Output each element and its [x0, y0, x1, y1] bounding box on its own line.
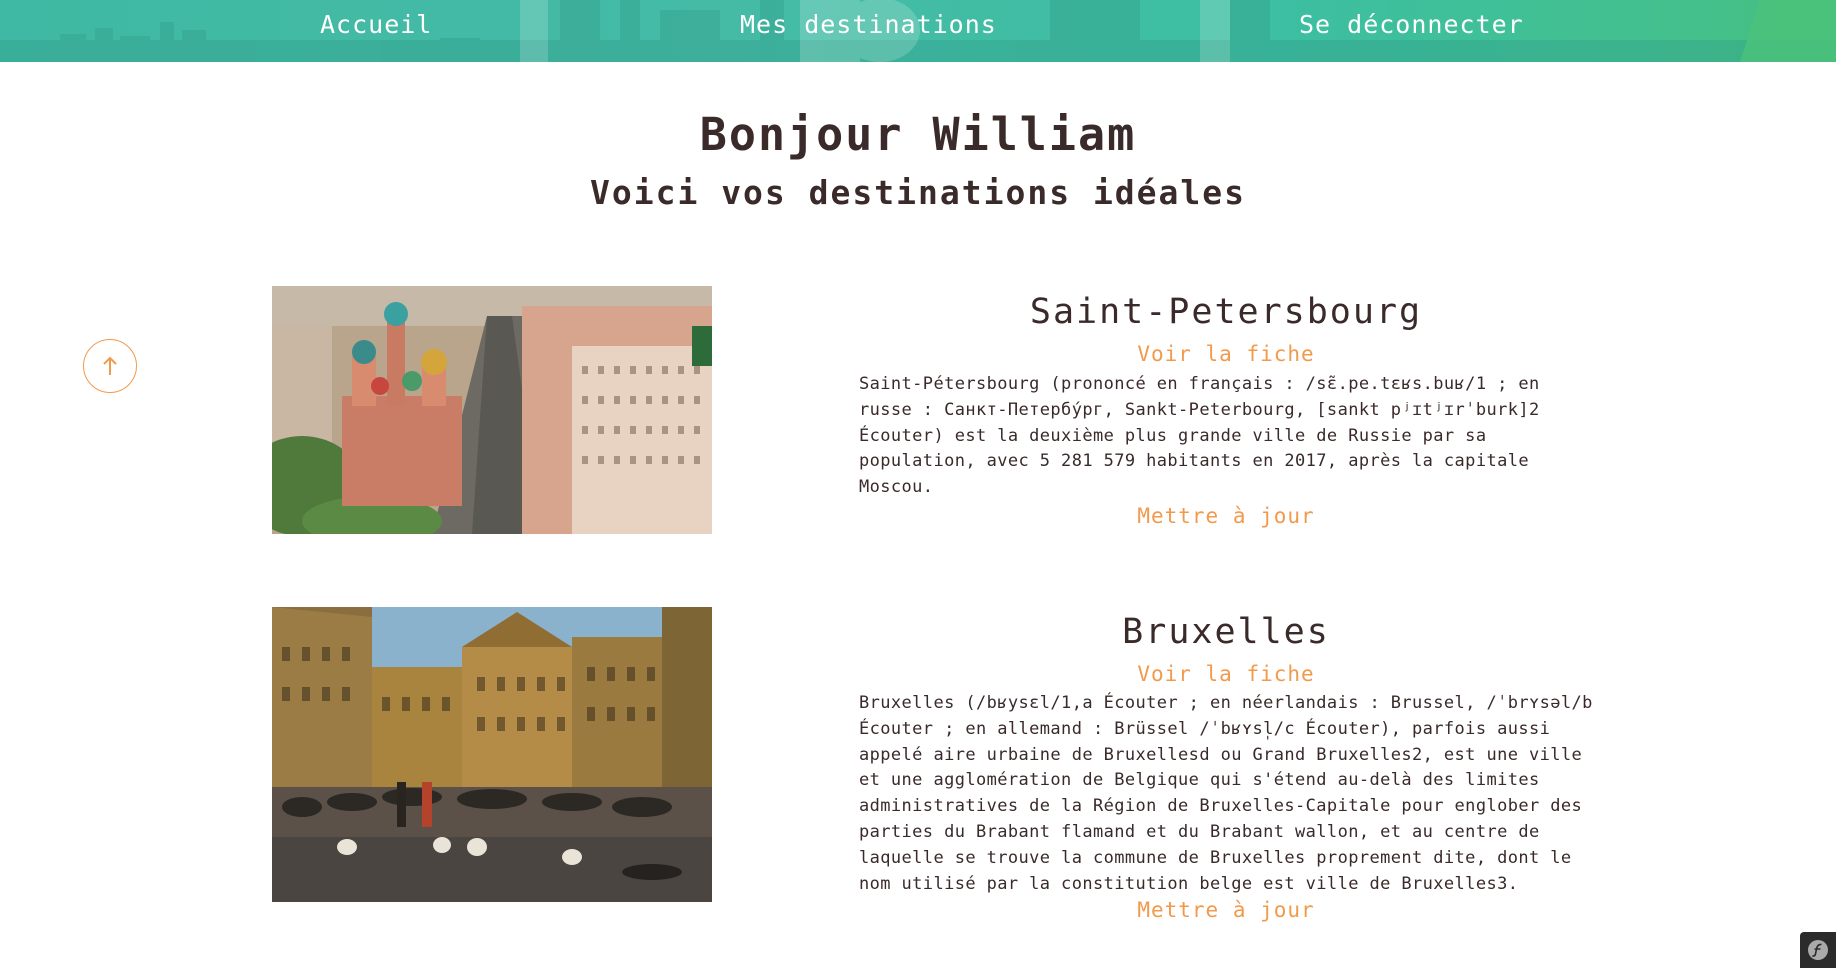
- nav-home-link[interactable]: Accueil: [320, 10, 432, 39]
- destination-description: Bruxelles (/bʁysɛl/1,a Écouter ; en néer…: [859, 693, 1593, 894]
- nav-logout-link[interactable]: Se déconnecter: [1299, 10, 1524, 39]
- view-details-link[interactable]: Voir la fiche: [858, 662, 1594, 686]
- destination-description: Saint-Pétersbourg (prononcé en français …: [859, 374, 1540, 498]
- destination-image-saint-petersbourg: [272, 286, 712, 534]
- arrow-up-icon: [103, 356, 117, 375]
- view-details-link[interactable]: Voir la fiche: [858, 342, 1594, 366]
- update-link[interactable]: Mettre à jour: [858, 898, 1594, 922]
- destination-title: Bruxelles: [1122, 612, 1330, 652]
- update-link[interactable]: Mettre à jour: [858, 504, 1594, 528]
- page-subtitle: Voici vos destinations idéales: [589, 173, 1247, 212]
- destination-image-bruxelles: [272, 607, 712, 902]
- scroll-to-top-button[interactable]: [83, 339, 137, 393]
- nav-destinations-link[interactable]: Mes destinations: [740, 10, 997, 39]
- debug-toolbar-toggle[interactable]: [1800, 932, 1836, 968]
- page-title: Bonjour William: [699, 108, 1137, 161]
- destination-title: Saint-Petersbourg: [1029, 292, 1423, 332]
- symfony-logo-icon: [1808, 940, 1828, 960]
- top-navbar: Accueil Mes destinations Se déconnecter: [0, 0, 1836, 62]
